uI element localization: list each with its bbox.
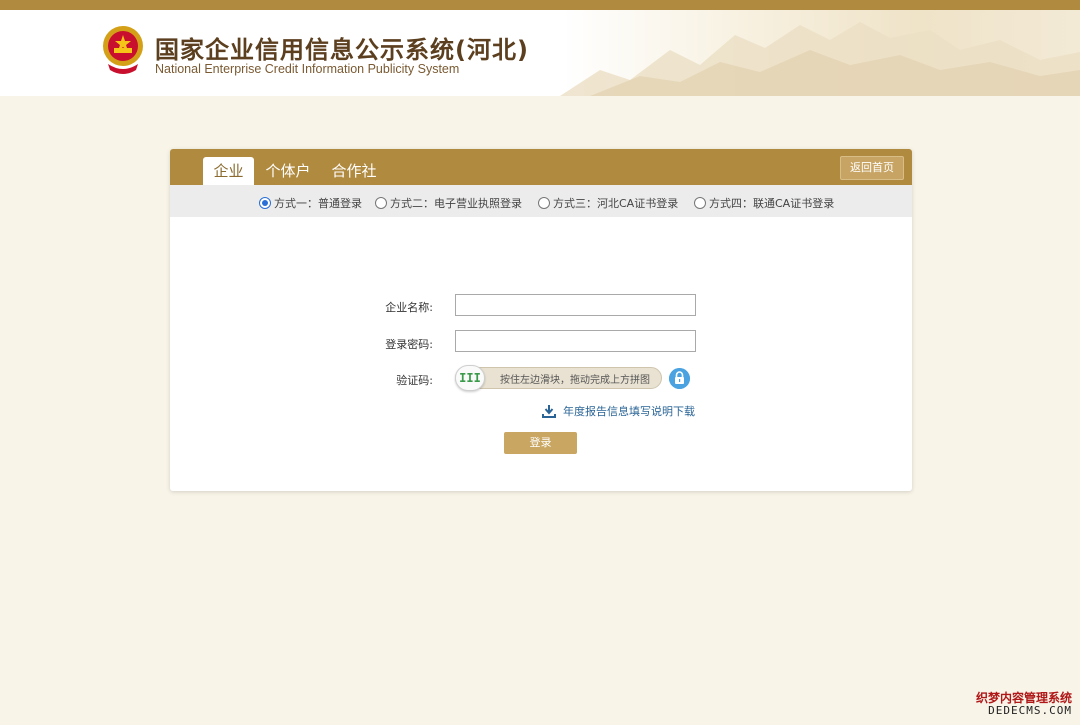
login-method-label: 方式一：普通登录 xyxy=(274,197,362,210)
login-method-1[interactable]: 方式一：普通登录 xyxy=(259,195,362,211)
site-title: 国家企业信用信息公示系统(河北) xyxy=(155,36,529,64)
tab-cooperative[interactable]: 合作社 xyxy=(326,157,382,185)
company-name-input[interactable] xyxy=(455,294,696,316)
radio-button[interactable] xyxy=(375,197,387,209)
slider-hint: 按住左边滑块，拖动完成上方拼图 xyxy=(500,375,650,386)
tab-enterprise[interactable]: 企业 xyxy=(203,157,254,185)
captcha-slider[interactable]: III 按住左边滑块，拖动完成上方拼图 xyxy=(455,365,662,391)
company-name-label: 企业名称: xyxy=(385,301,433,314)
top-stripe xyxy=(0,0,1080,10)
tab-individual-business[interactable]: 个体户 xyxy=(260,157,316,185)
national-emblem-icon xyxy=(103,26,143,74)
slider-handle[interactable]: III xyxy=(455,365,485,391)
radio-button[interactable] xyxy=(538,197,550,209)
login-method-4[interactable]: 方式四：联通CA证书登录 xyxy=(694,195,834,211)
lock-icon[interactable] xyxy=(669,368,690,389)
mountain-background-image xyxy=(560,22,1080,96)
download-link-text: 年度报告信息填写说明下载 xyxy=(563,405,695,418)
password-input[interactable] xyxy=(455,330,696,352)
captcha-label: 验证码: xyxy=(396,374,433,387)
login-panel: 企业 个体户 合作社 返回首页 方式一：普通登录 方式二：电子营业执照登录 方式… xyxy=(170,149,912,491)
login-method-bar: 方式一：普通登录 方式二：电子营业执照登录 方式三：河北CA证书登录 方式四：联… xyxy=(170,185,912,217)
download-icon xyxy=(542,405,556,418)
annual-report-download-link[interactable]: 年度报告信息填写说明下载 xyxy=(542,403,695,419)
password-label: 登录密码: xyxy=(385,338,433,351)
login-method-label: 方式四：联通CA证书登录 xyxy=(709,197,835,210)
radio-button[interactable] xyxy=(259,197,271,209)
watermark: 织梦内容管理系统 DEDECMS.COM xyxy=(975,690,1072,717)
login-button[interactable]: 登录 xyxy=(504,432,577,454)
login-method-label: 方式三：河北CA证书登录 xyxy=(553,197,679,210)
login-method-2[interactable]: 方式二：电子营业执照登录 xyxy=(375,195,522,211)
watermark-line-1: 织梦内容管理系统 xyxy=(975,690,1072,705)
login-method-3[interactable]: 方式三：河北CA证书登录 xyxy=(538,195,678,211)
back-home-button[interactable]: 返回首页 xyxy=(840,156,904,180)
watermark-line-2: DEDECMS.COM xyxy=(988,703,1072,717)
radio-button[interactable] xyxy=(694,197,706,209)
site-header: 国家企业信用信息公示系统(河北) National Enterprise Cre… xyxy=(0,10,1080,96)
login-method-label: 方式二：电子营业执照登录 xyxy=(390,197,522,210)
site-subtitle: National Enterprise Credit Information P… xyxy=(155,62,460,76)
tab-bar: 企业 个体户 合作社 返回首页 xyxy=(170,149,912,185)
